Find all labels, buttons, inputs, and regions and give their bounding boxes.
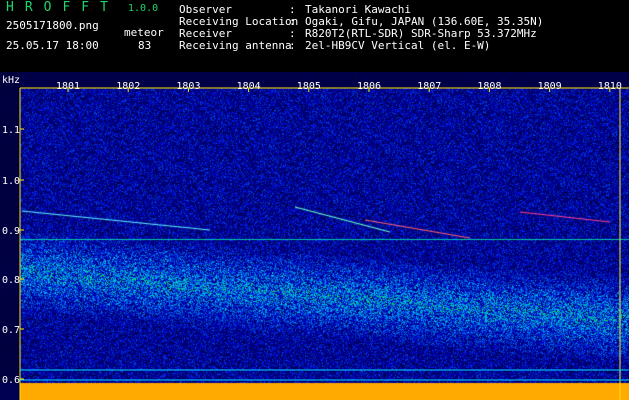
filename-label: 2505171800.png [6, 19, 99, 32]
spectrogram-waterfall [0, 72, 629, 400]
antenna-value: 2el-HB9CV Vertical (el. E-W) [305, 39, 491, 52]
timestamp-label: 25.05.17 18:00 [6, 39, 99, 52]
meteor-count: 83 [138, 39, 152, 52]
meteor-label: meteor [124, 26, 164, 39]
app-version: 1.0.0 [128, 3, 159, 14]
app-title: HROFFT [6, 0, 119, 15]
header-panel: HROFFT 1.0.0 2505171800.png meteor 25.05… [0, 0, 629, 72]
antenna-key: Receiving antenna [179, 39, 292, 52]
antenna-sep: : [289, 39, 296, 52]
